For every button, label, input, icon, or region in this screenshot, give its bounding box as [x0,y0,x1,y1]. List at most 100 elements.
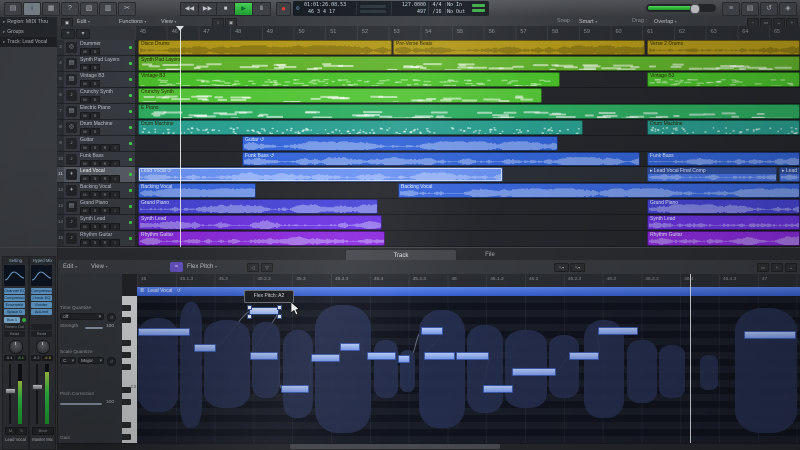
note-handle[interactable] [277,305,282,310]
flex-pitch-note[interactable] [398,355,410,363]
region-grand-piano[interactable]: Grand Piano [138,199,378,214]
strength-slider[interactable] [85,327,103,329]
black-key[interactable] [122,305,131,311]
automation-slot[interactable]: Read [4,331,25,337]
track-m-button[interactable]: M [80,48,90,56]
record-button[interactable]: ● [276,2,291,16]
pan-knob[interactable] [9,340,23,354]
flex-pitch-editor[interactable] [137,296,800,443]
flex-pitch-note[interactable] [311,354,340,362]
track-header-guitar[interactable]: 9♪GuitarMSRI [57,136,135,152]
track-s-button[interactable]: S [90,160,100,167]
note-handle[interactable] [277,314,282,319]
editor-zoom-icon[interactable]: ▭ [757,263,769,272]
flex-pitch-note[interactable] [424,352,455,360]
editor-ruler[interactable]: 4545.1.345.245.2.345.345.3.345.445.4.346… [137,274,800,288]
add-track-button[interactable]: + [61,29,75,39]
track-s-button[interactable]: S [90,64,100,72]
plugin-slot-adlimit[interactable]: AdLimit [31,309,52,315]
region-backing-vocal[interactable]: Backing Vocal [138,183,256,198]
track-m-button[interactable]: M [80,112,90,120]
quantize-apply-button[interactable]: ↺ [107,313,116,322]
flex-mode-dropdown[interactable]: Flex Pitch ▾ [187,260,217,274]
flex-pitch-note[interactable] [512,368,556,376]
black-key[interactable] [122,364,131,370]
library-icon[interactable]: ▤ [4,2,22,16]
tool-selector[interactable]: ↖▾ [570,263,585,272]
editor-tool-icon[interactable]: ◁ [247,263,259,272]
track-r-button[interactable]: R [100,175,110,183]
rewind-button[interactable]: ◀◀ [180,2,199,16]
track-m-button[interactable]: M [80,144,90,152]
pause-button[interactable]: Ⅱ [252,2,271,16]
track-header-synth-lead[interactable]: 14♪Synth LeadMSRI [57,215,135,231]
editor-zoom-icon[interactable]: ↔ [785,263,797,272]
output-slot[interactable]: Stereo Out [4,324,25,330]
strip-m-button[interactable]: M [5,427,16,435]
editor-menu-view[interactable]: View ▾ [91,260,108,274]
region-funk-bass[interactable]: Funk Bass [647,152,800,166]
region-synth-lead[interactable]: Synth Lead [647,215,800,230]
volume-fader[interactable] [5,388,16,394]
eq-thumbnail[interactable] [4,265,25,286]
plugin-slot-channel-eq[interactable]: Channel EQ [4,288,25,294]
track-i-button[interactable]: I [110,191,120,199]
editor-zoom-icon[interactable]: + [771,263,783,272]
scrollbar-thumb[interactable] [290,444,500,449]
list-editors-icon[interactable]: ≡ [722,2,740,16]
editors-icon[interactable]: ✂ [118,2,136,16]
scale-mode-dropdown[interactable]: Major▾ [78,357,104,364]
track-r-button[interactable]: R [100,207,110,215]
pan-knob[interactable] [36,340,50,354]
track-header-electric-piano[interactable]: 7▤Electric PianoMS [57,104,135,120]
volume-knob[interactable] [690,4,700,14]
black-key[interactable] [122,434,131,440]
track-m-button[interactable]: M [80,80,90,88]
track-i-button[interactable]: I [110,175,120,183]
region-vintage-b3[interactable]: Vintage B3 [138,72,560,87]
region-e-piano[interactable]: E Piano [138,104,800,119]
track-r-button[interactable]: R [100,223,110,231]
track-i-button[interactable]: I [110,160,120,167]
region-vintage-b3[interactable]: Vintage B3 [647,72,800,87]
track-s-button[interactable]: S [90,96,100,104]
black-key[interactable] [122,352,131,358]
track-header-drum-machine[interactable]: 8◎Drum MachineMS [57,120,135,136]
flex-pitch-note[interactable] [483,385,513,393]
track-header-vintage-b3[interactable]: 5▤Vintage B3MS [57,72,135,88]
track-i-button[interactable]: I [110,223,120,231]
plugin-slot-linear-eq[interactable]: Linear EQ [31,295,52,301]
scale-root-dropdown[interactable]: C▾ [60,357,76,364]
scale-apply-button[interactable]: ↺ [107,357,116,366]
pitch-correction-slider[interactable] [60,403,102,405]
playhead[interactable] [180,26,181,247]
region-lead-vocal[interactable]: Lead Vocal ↺ [138,167,503,182]
flex-pitch-note[interactable] [194,344,216,352]
black-key[interactable] [122,422,131,428]
track-s-button[interactable]: S [90,207,100,215]
region-disco-drums[interactable]: Disco Drums [138,40,392,55]
track-options-button[interactable]: ▾ [76,29,90,39]
flex-icon[interactable]: ≈ [170,262,183,272]
track-s-button[interactable]: S [90,191,100,199]
track-header-grand-piano[interactable]: 13▤Grand PianoMSRI [57,199,135,215]
track-header-rhythm-guitar[interactable]: 15♪Rhythm GuitarMSRI [57,231,135,247]
track-header-backing-vocal[interactable]: 12♦Backing VocalMSRI [57,183,135,199]
strip-setting-button[interactable]: Setting [3,257,28,264]
toolbar-icon[interactable]: ▦ [42,2,60,16]
play-button[interactable]: ▶ [234,2,253,16]
flex-pitch-note[interactable] [250,352,278,360]
track-m-button[interactable]: M [80,239,90,247]
region-verse-2-drums[interactable]: Verse 2 Drums [647,40,800,55]
region-backing-vocal[interactable]: Backing Vocal [398,183,800,198]
track-s-button[interactable]: S [90,175,100,183]
track-r-button[interactable]: R [100,160,110,167]
plugin-slot-ensemble[interactable]: Ensemble [4,302,25,308]
track-m-button[interactable]: M [80,223,90,231]
black-key[interactable] [122,399,131,405]
region-crunchy-synth[interactable]: Crunchy Synth [138,88,542,103]
tool-selector[interactable]: ↖▾ [554,263,569,272]
flex-pitch-note[interactable] [421,327,443,335]
track-s-button[interactable]: S [90,128,100,136]
region-drum-machine[interactable]: Drum Machine [647,120,800,135]
